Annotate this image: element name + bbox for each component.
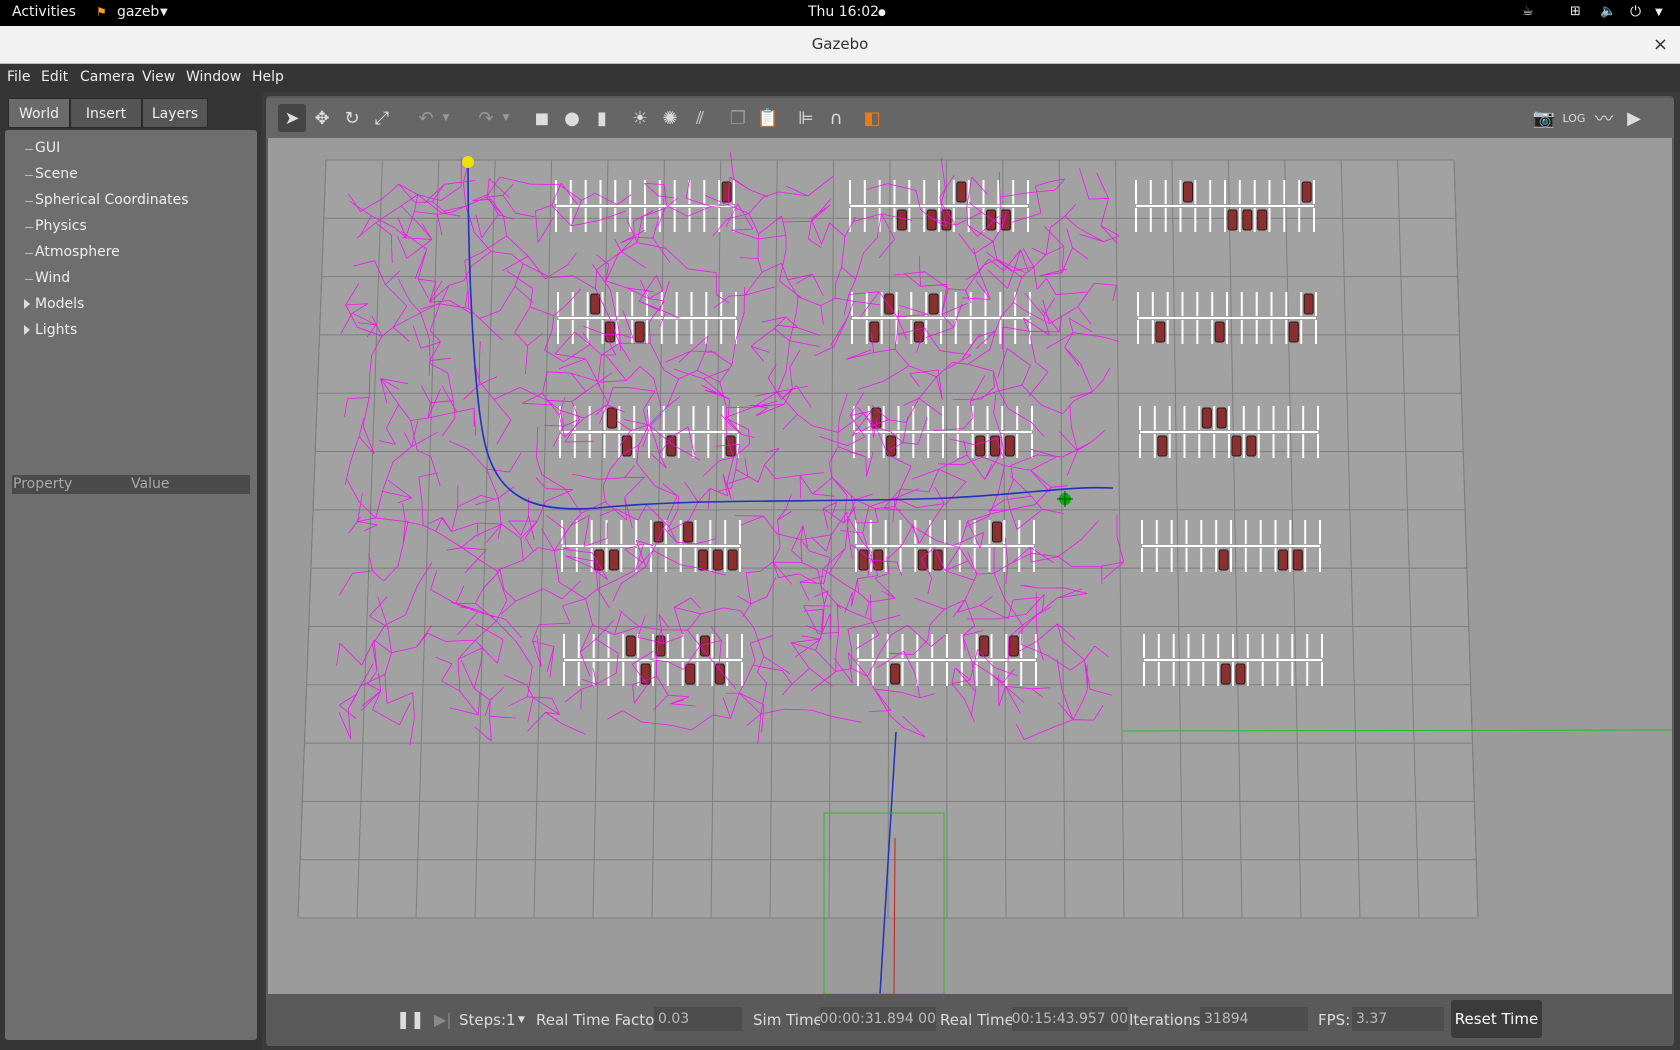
- real-time-label: Real Time:: [940, 1011, 1019, 1029]
- start-marker: [462, 156, 474, 168]
- iterations-field: 31894: [1200, 1007, 1308, 1031]
- app-menu-button[interactable]: gazeb: [117, 4, 159, 20]
- window-title: Gazebo: [811, 35, 869, 53]
- left-panel: World Insert Layers GUI Scene Spherical …: [0, 92, 262, 1050]
- menu-file[interactable]: File: [7, 69, 30, 85]
- cylinder-icon[interactable]: ▮: [588, 104, 616, 132]
- chevron-down-icon: ▼: [1655, 7, 1663, 18]
- property-table-header: Property Value: [12, 475, 250, 494]
- translate-icon[interactable]: ✥: [308, 104, 336, 132]
- sim-time-field: 00 00:00:31.894: [820, 1007, 936, 1031]
- value-column-header: Value: [131, 476, 170, 492]
- app-icon: ⚑: [96, 5, 107, 19]
- select-arrow-icon[interactable]: ➤: [278, 104, 306, 132]
- activities-button[interactable]: Activities: [12, 4, 76, 20]
- menu-view[interactable]: View: [142, 69, 175, 85]
- plot-icon[interactable]: 〰: [1590, 104, 1618, 132]
- step-icon[interactable]: ▶|: [434, 1010, 452, 1029]
- tree-item-scene[interactable]: Scene: [35, 166, 78, 182]
- network-icon[interactable]: ⊞: [1570, 4, 1581, 19]
- menu-edit[interactable]: Edit: [41, 69, 68, 85]
- point-light-icon[interactable]: ☀: [626, 104, 654, 132]
- directional-light-icon[interactable]: ⫽: [686, 104, 714, 132]
- tree-item-physics[interactable]: Physics: [35, 218, 87, 234]
- window-title-bar: Gazebo ×: [0, 26, 1680, 64]
- video-icon[interactable]: ▶: [1620, 104, 1648, 132]
- rotate-icon[interactable]: ↻: [338, 104, 366, 132]
- menu-window[interactable]: Window: [186, 69, 241, 85]
- system-top-bar: Activities ⚑ gazeb ▼ Thu 16:02 ● ☕ ⊞ 🔈 ⏻…: [0, 0, 1680, 26]
- tab-world[interactable]: World: [8, 98, 70, 128]
- simulation-status-bar: ❚❚ ▶| Steps: 1 ▼ Real Time Factor: 0.03 …: [268, 996, 1672, 1046]
- steps-value[interactable]: 1: [506, 1011, 516, 1029]
- ground-grid: [297, 159, 1479, 919]
- 3d-scene-view[interactable]: [268, 138, 1672, 994]
- tab-layers[interactable]: Layers: [142, 98, 208, 128]
- coffee-icon[interactable]: ☕: [1522, 4, 1534, 19]
- menu-bar: File Edit Camera View Window Help: [0, 64, 1680, 92]
- chevron-down-icon: ▼: [160, 7, 168, 18]
- fps-field: 3.37: [1352, 1007, 1444, 1031]
- tree-item-atmosphere[interactable]: Atmosphere: [35, 244, 120, 260]
- clock[interactable]: Thu 16:02: [808, 4, 879, 20]
- chevron-down-icon[interactable]: ▼: [492, 104, 520, 132]
- scale-icon[interactable]: ⤢: [368, 104, 396, 132]
- iterations-label: Iterations:: [1129, 1011, 1206, 1029]
- scene-render: [297, 152, 1672, 994]
- real-time-factor-label: Real Time Factor:: [536, 1011, 666, 1029]
- box-icon[interactable]: ◼: [528, 104, 556, 132]
- tree-item-gui[interactable]: GUI: [35, 140, 60, 156]
- property-column-header: Property: [13, 476, 73, 492]
- close-icon[interactable]: ×: [1653, 26, 1668, 63]
- tree-item-lights[interactable]: Lights: [35, 322, 77, 338]
- fps-label: FPS:: [1318, 1011, 1351, 1029]
- tab-insert[interactable]: Insert: [70, 98, 142, 128]
- real-time-field: 00 00:15:43.957: [1012, 1007, 1128, 1031]
- steps-label: Steps:: [459, 1011, 507, 1029]
- menu-help[interactable]: Help: [252, 69, 284, 85]
- spot-light-icon[interactable]: ✺: [656, 104, 684, 132]
- chevron-down-icon[interactable]: ▼: [518, 1015, 525, 1025]
- scene-toolbar: ➤ ✥ ↻ ⤢ ↶ ▼ ↷ ▼ ◼ ● ▮ ☀ ✺ ⫽ ❐ 📋 ⊫ ∩ ◧ 📷 …: [266, 98, 1674, 138]
- power-icon[interactable]: ⏻: [1630, 4, 1641, 20]
- tree-item-wind[interactable]: Wind: [35, 270, 70, 286]
- notification-dot-icon: ●: [878, 8, 886, 18]
- paste-icon[interactable]: 📋: [754, 104, 782, 132]
- screenshot-icon[interactable]: 📷: [1530, 104, 1558, 132]
- menu-camera[interactable]: Camera: [80, 69, 135, 85]
- copy-icon[interactable]: ❐: [724, 104, 752, 132]
- expand-arrow-icon[interactable]: [24, 325, 30, 335]
- tree-item-spherical-coordinates[interactable]: Spherical Coordinates: [35, 192, 189, 208]
- expand-arrow-icon[interactable]: [24, 299, 30, 309]
- log-icon[interactable]: LOG: [1560, 104, 1588, 132]
- real-time-factor-field: 0.03: [654, 1007, 742, 1031]
- reset-time-button[interactable]: Reset Time: [1451, 1000, 1542, 1038]
- chevron-down-icon[interactable]: ▼: [432, 104, 460, 132]
- world-tree: GUI Scene Spherical Coordinates Physics …: [5, 130, 257, 1040]
- sphere-icon[interactable]: ●: [558, 104, 586, 132]
- volume-icon[interactable]: 🔈: [1600, 4, 1616, 19]
- snap-icon[interactable]: ∩: [822, 104, 850, 132]
- view-angle-icon[interactable]: ◧: [858, 104, 886, 132]
- sim-time-label: Sim Time:: [753, 1011, 828, 1029]
- align-icon[interactable]: ⊫: [792, 104, 820, 132]
- pause-icon[interactable]: ❚❚: [396, 1010, 425, 1030]
- tree-item-models[interactable]: Models: [35, 296, 84, 312]
